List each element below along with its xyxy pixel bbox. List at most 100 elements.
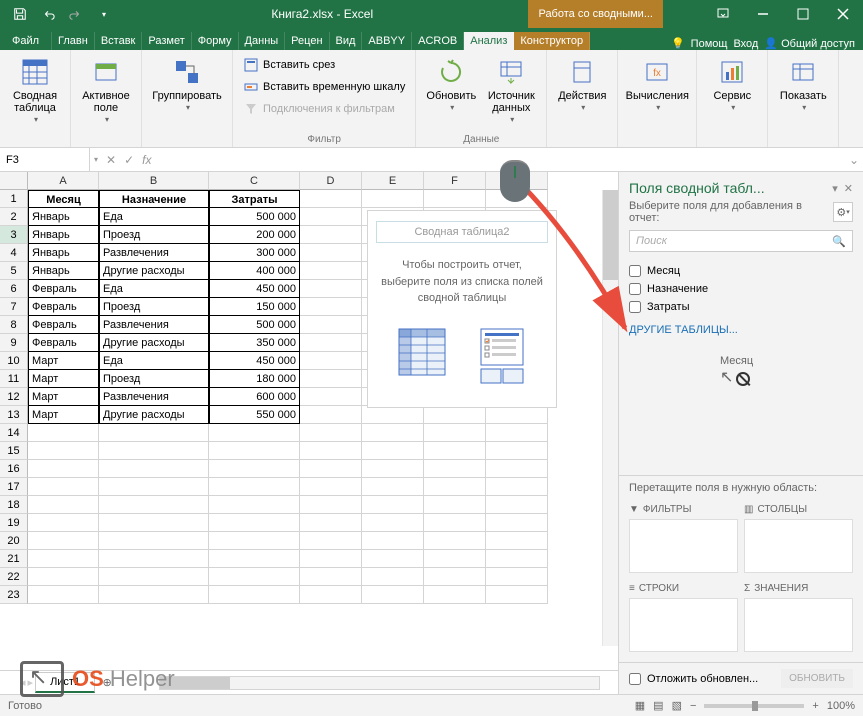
fx-icon[interactable]: fx bbox=[142, 153, 151, 167]
refresh-button[interactable]: Обновить bbox=[422, 54, 480, 115]
cell[interactable]: 600 000 bbox=[209, 388, 300, 406]
cell[interactable] bbox=[300, 316, 362, 334]
cell[interactable] bbox=[99, 442, 209, 460]
cell[interactable] bbox=[300, 442, 362, 460]
cell[interactable] bbox=[99, 424, 209, 442]
accept-formula-icon[interactable]: ✓ bbox=[124, 153, 134, 167]
cell[interactable]: 300 000 bbox=[209, 244, 300, 262]
cell[interactable] bbox=[209, 460, 300, 478]
cell[interactable] bbox=[300, 226, 362, 244]
cell[interactable]: Январь bbox=[28, 244, 99, 262]
insert-timeline-button[interactable]: Вставить временную шкалу bbox=[239, 76, 409, 98]
tab-insert[interactable]: Вставк bbox=[95, 32, 143, 50]
cell[interactable] bbox=[424, 406, 486, 424]
cell[interactable] bbox=[99, 586, 209, 604]
row-header[interactable]: 4 bbox=[0, 244, 28, 262]
row-header[interactable]: 23 bbox=[0, 586, 28, 604]
cell[interactable] bbox=[28, 532, 99, 550]
cell[interactable]: Еда bbox=[99, 352, 209, 370]
field-checkbox[interactable] bbox=[629, 265, 641, 277]
tab-abbyy[interactable]: ABBYY bbox=[362, 32, 412, 50]
cell[interactable]: Март bbox=[28, 370, 99, 388]
tab-analyze[interactable]: Анализ bbox=[464, 32, 514, 50]
cell[interactable] bbox=[300, 550, 362, 568]
cell[interactable] bbox=[209, 496, 300, 514]
zoom-in-button[interactable]: + bbox=[812, 700, 818, 712]
cell[interactable]: 450 000 bbox=[209, 352, 300, 370]
tab-design[interactable]: Конструктор bbox=[514, 32, 590, 50]
cell[interactable] bbox=[424, 190, 486, 208]
cell[interactable] bbox=[300, 262, 362, 280]
minimize-icon[interactable] bbox=[743, 0, 783, 28]
zoom-slider[interactable] bbox=[704, 704, 804, 708]
cell[interactable] bbox=[424, 514, 486, 532]
cell[interactable]: Февраль bbox=[28, 280, 99, 298]
cell[interactable] bbox=[209, 550, 300, 568]
cell[interactable] bbox=[99, 550, 209, 568]
cell[interactable] bbox=[300, 460, 362, 478]
cell[interactable]: Развлечения bbox=[99, 244, 209, 262]
select-all-corner[interactable] bbox=[0, 172, 28, 190]
tab-data[interactable]: Данны bbox=[239, 32, 286, 50]
qat-customize-icon[interactable]: ▾ bbox=[92, 2, 116, 26]
field-pane-close-icon[interactable]: ✕ bbox=[844, 182, 853, 195]
cell[interactable] bbox=[300, 244, 362, 262]
cell[interactable] bbox=[424, 478, 486, 496]
cell[interactable]: 350 000 bbox=[209, 334, 300, 352]
cell[interactable]: 180 000 bbox=[209, 370, 300, 388]
cell[interactable] bbox=[300, 406, 362, 424]
cell[interactable] bbox=[28, 586, 99, 604]
cell[interactable] bbox=[300, 424, 362, 442]
actions-button[interactable]: Действия bbox=[553, 54, 611, 115]
cell[interactable] bbox=[209, 514, 300, 532]
cell[interactable] bbox=[362, 190, 424, 208]
group-button[interactable]: Группировать bbox=[148, 54, 226, 115]
cell[interactable] bbox=[28, 460, 99, 478]
view-layout-icon[interactable]: ▤ bbox=[653, 699, 663, 712]
row-header[interactable]: 21 bbox=[0, 550, 28, 568]
cell[interactable] bbox=[99, 496, 209, 514]
cell[interactable] bbox=[486, 442, 548, 460]
values-zone[interactable]: ΣЗНАЧЕНИЯ bbox=[744, 579, 853, 652]
undo-icon[interactable] bbox=[36, 2, 60, 26]
cell[interactable]: Другие расходы bbox=[99, 334, 209, 352]
col-header[interactable]: E bbox=[362, 172, 424, 190]
tab-formulas[interactable]: Форму bbox=[192, 32, 239, 50]
cell[interactable] bbox=[362, 568, 424, 586]
cell[interactable]: 500 000 bbox=[209, 208, 300, 226]
row-header[interactable]: 11 bbox=[0, 370, 28, 388]
redo-icon[interactable] bbox=[64, 2, 88, 26]
cell[interactable] bbox=[300, 514, 362, 532]
cell[interactable] bbox=[28, 514, 99, 532]
cell[interactable]: Январь bbox=[28, 262, 99, 280]
cell[interactable]: Развлечения bbox=[99, 388, 209, 406]
row-header[interactable]: 3 bbox=[0, 226, 28, 244]
cell[interactable] bbox=[362, 424, 424, 442]
filters-zone[interactable]: ▼ФИЛЬТРЫ bbox=[629, 500, 738, 573]
cell[interactable] bbox=[300, 586, 362, 604]
cell[interactable] bbox=[99, 532, 209, 550]
rows-zone[interactable]: ≡СТРОКИ bbox=[629, 579, 738, 652]
cell[interactable] bbox=[300, 568, 362, 586]
cell[interactable] bbox=[486, 550, 548, 568]
field-checkbox[interactable] bbox=[629, 283, 641, 295]
cell[interactable] bbox=[362, 478, 424, 496]
cell[interactable]: 450 000 bbox=[209, 280, 300, 298]
pivot-table-button[interactable]: Сводная таблица bbox=[6, 54, 64, 127]
col-header[interactable]: D bbox=[300, 172, 362, 190]
cell[interactable] bbox=[209, 568, 300, 586]
cell[interactable]: 550 000 bbox=[209, 406, 300, 424]
cell[interactable] bbox=[362, 532, 424, 550]
cell[interactable] bbox=[300, 280, 362, 298]
cell[interactable] bbox=[424, 586, 486, 604]
cell[interactable] bbox=[209, 424, 300, 442]
cell[interactable] bbox=[300, 388, 362, 406]
view-break-icon[interactable]: ▧ bbox=[672, 699, 682, 712]
cell[interactable] bbox=[300, 496, 362, 514]
cell[interactable] bbox=[486, 514, 548, 532]
field-item[interactable]: Месяц bbox=[629, 262, 853, 280]
cell[interactable] bbox=[28, 442, 99, 460]
col-header[interactable]: C bbox=[209, 172, 300, 190]
name-box[interactable]: F3 bbox=[0, 148, 90, 171]
cell[interactable]: Март bbox=[28, 388, 99, 406]
